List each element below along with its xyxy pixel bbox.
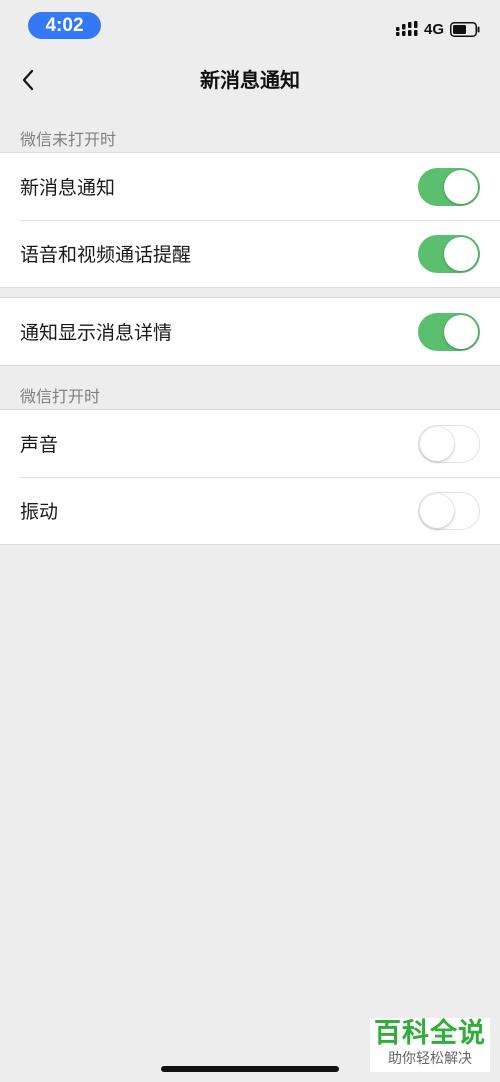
sound-toggle[interactable] (418, 424, 480, 463)
settings-group-notification-details: 通知显示消息详情 (0, 297, 500, 366)
toggle-knob (420, 426, 454, 461)
setting-row-show-message-details: 通知显示消息详情 (0, 298, 500, 365)
show-message-details-toggle[interactable] (418, 312, 480, 351)
nav-bar: 新消息通知 (0, 52, 500, 108)
toggle-knob (444, 314, 478, 349)
battery-icon (450, 21, 480, 37)
watermark-logo: 百科全说 助你轻松解决 (370, 1018, 490, 1072)
setting-label: 语音和视频通话提醒 (20, 244, 192, 266)
toggle-knob (444, 236, 478, 271)
setting-row-sound: 声音 (0, 410, 500, 477)
status-bar: 4:02 4G (0, 0, 500, 52)
setting-label: 振动 (20, 501, 59, 523)
page-title: 新消息通知 (200, 68, 300, 92)
toggle-knob (420, 493, 454, 528)
chevron-left-icon (22, 69, 34, 91)
home-indicator[interactable] (161, 1066, 339, 1072)
watermark-title: 百科全说 (374, 1018, 486, 1049)
settings-group-wechat-open: 声音 振动 (0, 409, 500, 545)
status-time: 4:02 (28, 12, 101, 39)
watermark-subtitle: 助你轻松解决 (388, 1051, 472, 1067)
signal-icon (395, 21, 418, 36)
section-header-wechat-open: 微信打开时 (20, 387, 101, 406)
settings-group-wechat-closed: 新消息通知 语音和视频通话提醒 (0, 152, 500, 288)
setting-row-vibration: 振动 (0, 477, 500, 544)
setting-label: 声音 (20, 434, 59, 456)
vibration-toggle[interactable] (418, 491, 480, 530)
setting-label: 通知显示消息详情 (20, 322, 173, 344)
section-header-wechat-closed: 微信未打开时 (20, 130, 117, 149)
status-indicators: 4G (395, 18, 480, 40)
new-message-notification-toggle[interactable] (418, 167, 480, 206)
setting-row-new-message-notification: 新消息通知 (0, 153, 500, 220)
back-button[interactable] (10, 60, 46, 100)
toggle-knob (444, 169, 478, 204)
setting-row-voice-video-call-reminder: 语音和视频通话提醒 (0, 220, 500, 287)
voice-video-call-reminder-toggle[interactable] (418, 234, 480, 273)
network-type-label: 4G (423, 20, 444, 38)
setting-label: 新消息通知 (20, 177, 116, 199)
